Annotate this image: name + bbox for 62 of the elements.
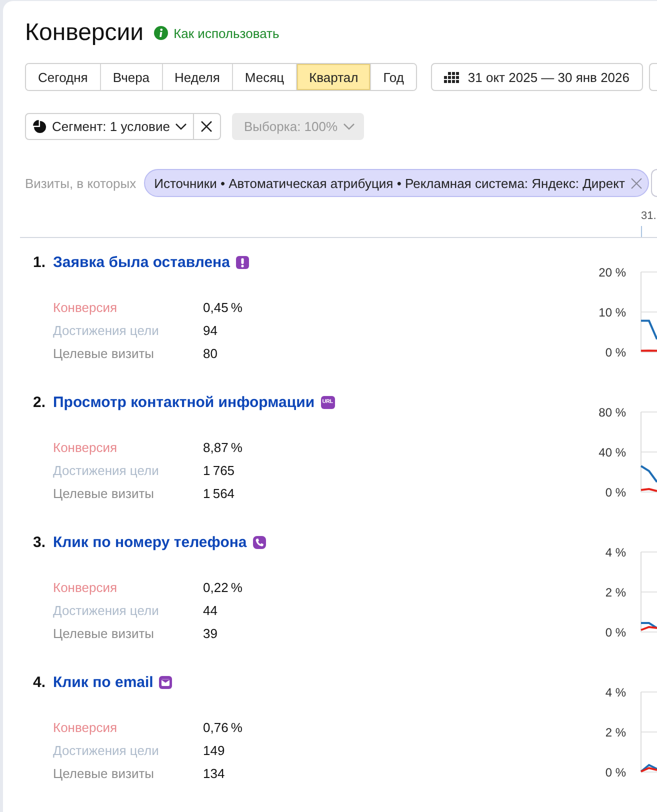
metric-value: 39: [203, 626, 218, 641]
segment-button[interactable]: Сегмент: 1 условие: [25, 113, 194, 140]
exclamation-icon: [236, 256, 249, 268]
metric-value: 44: [203, 603, 218, 618]
goal-title-link[interactable]: Клик по email: [53, 674, 154, 690]
goal-title-link[interactable]: Просмотр контактной информации: [53, 394, 315, 410]
axis-label: 0 %: [605, 346, 626, 360]
metric-label[interactable]: Конверсия: [53, 300, 203, 315]
period-tab[interactable]: Квартал: [297, 64, 372, 90]
metric-label[interactable]: Конверсия: [53, 440, 203, 455]
cut-off-button[interactable]: [649, 63, 657, 91]
filter-label: Визиты, в которых: [25, 176, 136, 190]
axis-label: 0 %: [605, 626, 626, 640]
metric-label[interactable]: Целевые визиты: [53, 346, 203, 361]
axis-label: 10 %: [598, 306, 626, 320]
metric-label[interactable]: Конверсия: [53, 720, 203, 735]
page-title: Конверсии: [25, 18, 144, 48]
metric-label[interactable]: Целевые визиты: [53, 486, 203, 501]
axis-label: 20 %: [598, 266, 626, 280]
metric-value: 0,76 %: [203, 720, 242, 735]
date-label: 31.: [641, 209, 656, 223]
goal-title-link[interactable]: Заявка была оставлена: [53, 254, 230, 270]
axis-label: 80 %: [598, 406, 626, 420]
axis-label: 4 %: [605, 686, 626, 700]
axis-label: 40 %: [598, 446, 626, 460]
metric-value: 0,22 %: [203, 580, 242, 595]
metric-value: 134: [203, 766, 225, 781]
axis-label: 0 %: [605, 766, 626, 780]
help-link[interactable]: Как использовать: [174, 26, 280, 40]
metric-label[interactable]: Конверсия: [53, 580, 203, 595]
chevron-down-icon: [342, 123, 355, 130]
metric-label[interactable]: Целевые визиты: [53, 766, 203, 781]
filter-chip[interactable]: Источники • Автоматическая атрибуция • Рекламная система: Яндекс: Директ: [144, 169, 649, 197]
calendar-icon: [444, 72, 459, 82]
close-icon[interactable]: [630, 178, 642, 188]
metric-value: 0,45 %: [203, 300, 242, 315]
metric-label[interactable]: Целевые визиты: [53, 626, 203, 641]
chevron-down-icon: [174, 123, 187, 130]
phone-icon: [252, 536, 266, 548]
axis-label: 0 %: [605, 486, 626, 500]
date-range-button[interactable]: 31 окт 2025 — 30 янв 2026: [430, 63, 642, 91]
period-tab[interactable]: Сегодня: [26, 64, 101, 90]
goal-title-link[interactable]: Клик по номеру телефона: [53, 534, 247, 550]
axis-label: 2 %: [605, 586, 626, 600]
metric-value: 149: [203, 743, 225, 758]
goal-number: 4.: [33, 674, 47, 690]
cut-off-chip[interactable]: [651, 169, 657, 197]
envelope-icon: [159, 676, 172, 688]
metric-value: 80: [203, 346, 218, 361]
axis-label: 2 %: [605, 726, 626, 740]
goal-number: 1.: [33, 254, 47, 270]
metric-value: 1 765: [203, 463, 235, 478]
goal-number: 3.: [33, 534, 47, 550]
metric-value: 8,87 %: [203, 440, 242, 455]
pie-chart-icon: [33, 120, 47, 134]
axis-label: 4 %: [605, 546, 626, 560]
close-icon: [201, 121, 212, 132]
info-icon: [154, 26, 168, 40]
metric-value: 1 564: [203, 486, 235, 501]
metric-value: 94: [203, 323, 218, 338]
clear-segment-button[interactable]: [194, 113, 221, 140]
goal-number: 2.: [33, 394, 47, 410]
